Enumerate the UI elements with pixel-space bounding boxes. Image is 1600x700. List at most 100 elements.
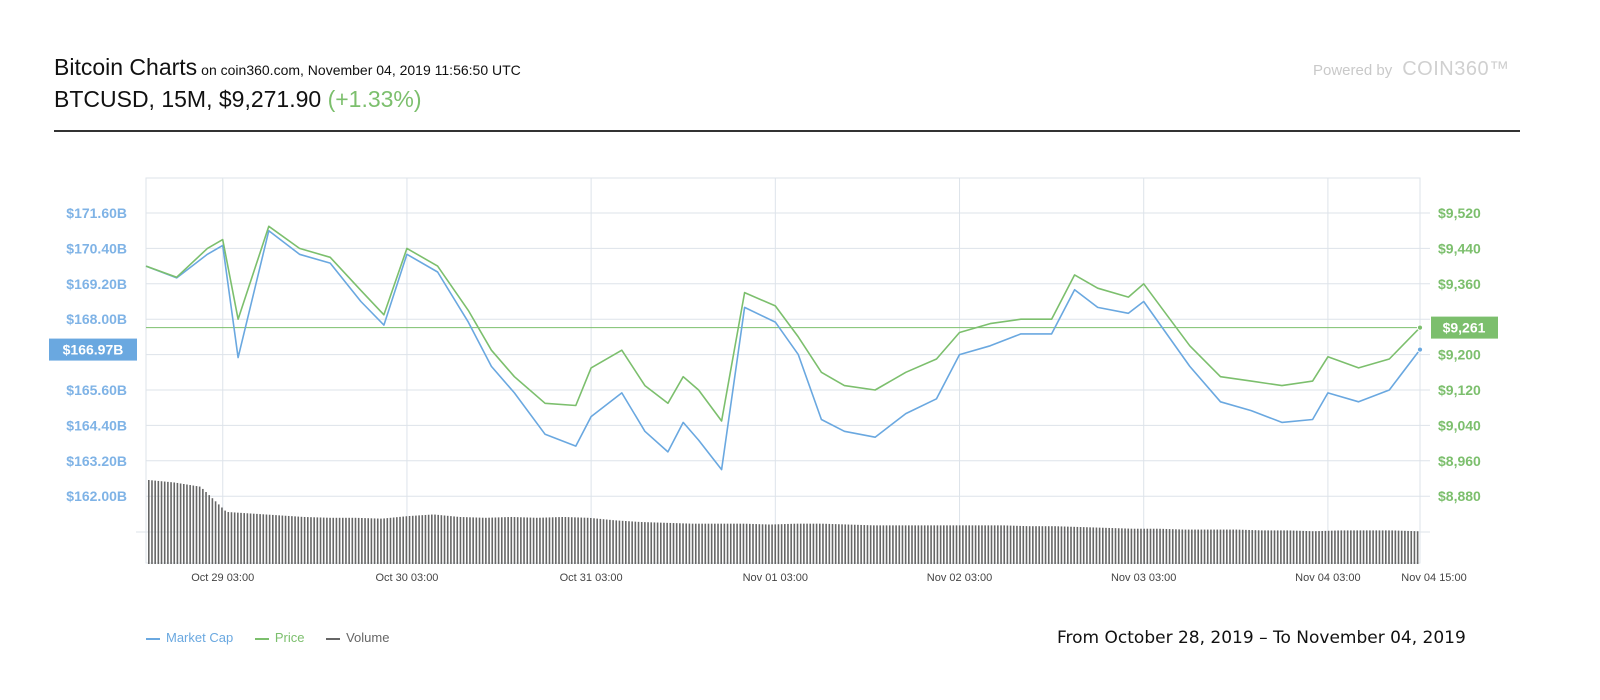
volume-bar (733, 523, 735, 564)
legend-price[interactable]: Price (254, 630, 304, 645)
volume-bar (256, 513, 258, 564)
volume-bar (593, 518, 595, 564)
volume-bar (504, 517, 506, 564)
volume-bar (1105, 527, 1107, 564)
volume-bar (392, 517, 395, 564)
volume-bar (516, 517, 519, 564)
volume-bar (1038, 526, 1040, 564)
volume-bar (221, 507, 223, 564)
x-tick-label: Nov 02 03:00 (927, 572, 992, 584)
volume-bar (1054, 526, 1056, 564)
volume-bar (812, 523, 815, 564)
volume-bar (160, 481, 163, 564)
volume-bar (736, 523, 738, 564)
volume-bar (618, 520, 621, 564)
volume-bar (892, 525, 894, 564)
volume-bar (1372, 530, 1374, 564)
volume-bar (167, 481, 169, 564)
volume-bar (408, 516, 411, 564)
volume-bar (434, 514, 436, 564)
volume-bar (351, 517, 354, 564)
volume-bar (1200, 529, 1203, 564)
volume-bar (1067, 526, 1069, 564)
volume-bar (1226, 529, 1228, 564)
volume-bar (364, 518, 366, 564)
volume-bar (609, 519, 611, 564)
volume-bar (1114, 528, 1117, 564)
volume-bar (265, 514, 268, 564)
volume-bar (1070, 526, 1072, 564)
volume-bar (252, 513, 255, 564)
volume-bar (1241, 529, 1244, 564)
volume-bar (542, 517, 544, 564)
volume-bar (717, 523, 719, 564)
volume-bar (634, 521, 637, 564)
volume-bar (170, 482, 172, 564)
volume-bar (977, 525, 980, 564)
volume-bar (796, 523, 799, 564)
legend-market-cap[interactable]: Market Cap (146, 630, 233, 645)
volume-bar (694, 523, 697, 564)
volume-bar (1404, 530, 1406, 564)
date-range: From October 28, 2019 – To November 04, … (1057, 628, 1466, 648)
volume-bar (348, 517, 350, 564)
bitcoin-chart[interactable]: Oct 29 03:00 Oct 30 03:00 Oct 31 03:00 Nov … (0, 0, 1600, 700)
volume-bar (1127, 528, 1130, 564)
volume-bar (176, 482, 179, 564)
volume-bar (701, 523, 703, 564)
volume-bar (605, 519, 608, 564)
volume-bar (1375, 530, 1378, 564)
volume-bar (399, 516, 401, 564)
volume-bar (984, 525, 986, 564)
volume-bar (1334, 530, 1336, 564)
volume-bar (1022, 526, 1025, 564)
volume-bar (1315, 531, 1317, 564)
volume-bar (322, 517, 325, 564)
volume-bar (526, 517, 529, 564)
volume-bar (294, 516, 296, 564)
volume-bar (411, 515, 414, 564)
volume-bar (1168, 529, 1171, 564)
volume-bar (1095, 527, 1098, 564)
plot-frame (145, 177, 1421, 564)
volume-bar (469, 517, 471, 564)
volume-bar (182, 483, 185, 564)
volume-bar (640, 522, 643, 564)
volume-bar (631, 521, 633, 564)
volume-bar (901, 525, 904, 564)
volume-bar (1353, 530, 1355, 564)
volume-bar (418, 515, 420, 564)
volume-bar (602, 519, 605, 564)
volume-bar (523, 517, 525, 564)
volume-bar (923, 525, 926, 564)
volume-bar (793, 523, 796, 564)
x-tick-label: Nov 03 03:00 (1111, 572, 1176, 584)
volume-bar (497, 517, 500, 564)
volume-bar (917, 525, 920, 564)
volume-bar (291, 516, 293, 564)
volume-bar (1060, 526, 1063, 564)
volume-bar (532, 517, 535, 564)
volume-bar (227, 512, 230, 564)
volume-bar (561, 516, 563, 564)
volume-bar (834, 524, 837, 564)
volume-bar (338, 517, 341, 564)
volume-bar (195, 486, 198, 564)
volume-bar (739, 523, 742, 564)
volume-bar (1092, 527, 1095, 564)
volume-bar (148, 480, 150, 564)
volume-bar (230, 512, 233, 564)
volume-bar (275, 515, 277, 564)
volume-bar (761, 524, 764, 564)
volume-bar (1222, 529, 1225, 564)
legend-volume[interactable]: Volume (326, 630, 389, 645)
volume-bar (488, 517, 490, 564)
volume-bar (287, 515, 290, 564)
volume-bar (707, 523, 710, 564)
volume-bar (157, 480, 160, 564)
volume-bar (440, 515, 443, 564)
volume-bar (259, 514, 261, 564)
volume-bar (993, 525, 996, 564)
volume-bar (682, 523, 684, 564)
volume-bar (539, 517, 541, 564)
